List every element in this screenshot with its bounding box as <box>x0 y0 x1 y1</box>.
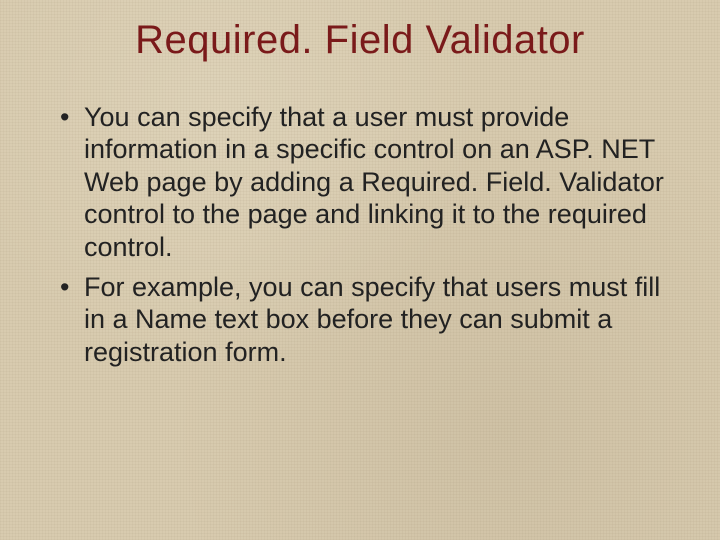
list-item: You can specify that a user must provide… <box>60 101 680 263</box>
slide-body: You can specify that a user must provide… <box>0 63 720 368</box>
bullet-list: You can specify that a user must provide… <box>60 101 680 368</box>
list-item: For example, you can specify that users … <box>60 271 680 368</box>
slide-title: Required. Field Validator <box>0 0 720 63</box>
slide: Required. Field Validator You can specif… <box>0 0 720 540</box>
